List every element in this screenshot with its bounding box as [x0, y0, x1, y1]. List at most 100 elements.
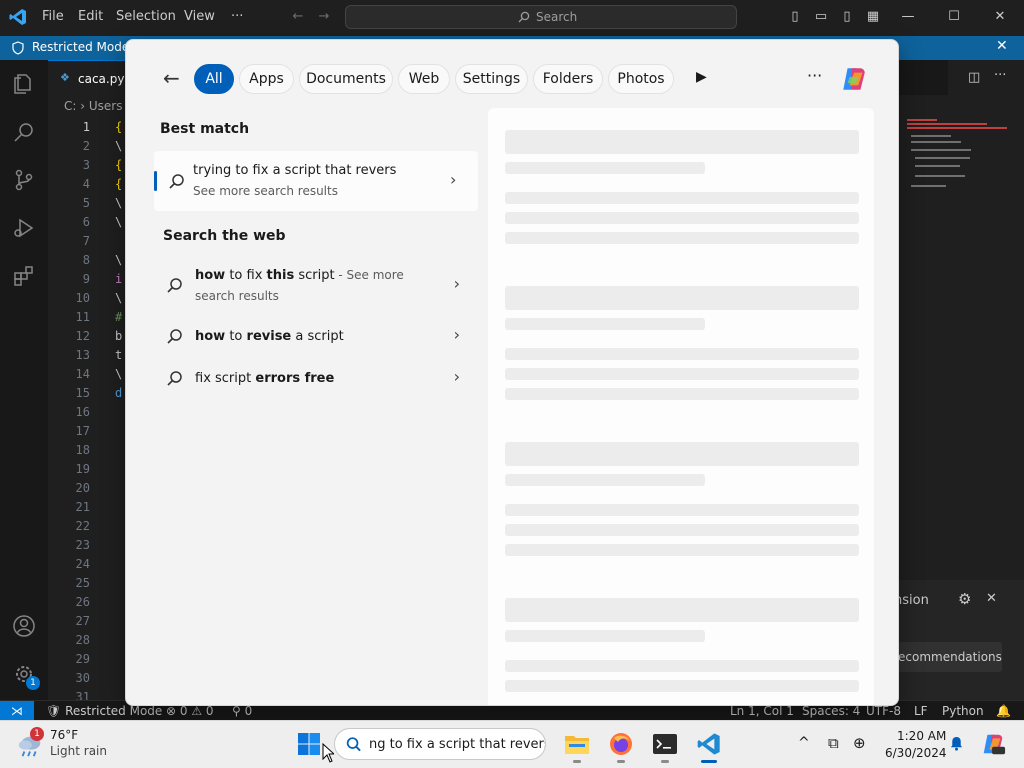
- back-arrow-icon[interactable]: ←: [163, 66, 180, 90]
- status-problems[interactable]: ⊗ 0 ⚠ 0: [166, 704, 214, 718]
- toggle-sidebar-icon[interactable]: ▯: [787, 9, 803, 25]
- customize-layout-icon[interactable]: ▦: [865, 9, 881, 25]
- show-hidden-icons-chevron-icon[interactable]: ^: [798, 735, 810, 751]
- notifications-bell-icon[interactable]: 🔔: [996, 704, 1011, 718]
- best-match-heading: Best match: [160, 121, 250, 137]
- code-line[interactable]: {: [115, 177, 122, 191]
- explorer-icon[interactable]: [12, 72, 36, 96]
- line-number: 12: [75, 329, 90, 343]
- terminal-icon[interactable]: [652, 733, 678, 755]
- code-line[interactable]: \: [115, 367, 122, 381]
- command-center-search[interactable]: Search: [345, 5, 737, 29]
- weather-widget[interactable]: 1 76°F Light rain: [14, 727, 114, 763]
- best-match-result[interactable]: trying to fix a script that revers See m…: [154, 151, 450, 211]
- filter-tab-photos[interactable]: Photos: [608, 64, 674, 94]
- more-filters-play-icon[interactable]: ▶: [696, 69, 707, 85]
- skeleton-line: [505, 286, 859, 310]
- shield-icon: [12, 41, 24, 55]
- recommendations-button[interactable]: ecommendations: [886, 642, 1002, 672]
- forward-arrow-icon[interactable]: →: [316, 9, 332, 25]
- skeleton-line: [505, 162, 705, 174]
- filter-tab-apps[interactable]: Apps: [239, 64, 294, 94]
- code-line[interactable]: i: [115, 272, 122, 286]
- copilot-icon[interactable]: [839, 64, 869, 94]
- search-view-icon[interactable]: [12, 120, 36, 144]
- banner-close-icon[interactable]: ✕: [996, 38, 1008, 54]
- status-encoding[interactable]: UTF-8: [866, 704, 901, 718]
- vscode-taskbar-icon[interactable]: [697, 732, 721, 756]
- maximize-icon[interactable]: ☐: [946, 9, 962, 25]
- filter-tab-settings[interactable]: Settings: [455, 64, 528, 94]
- source-control-icon[interactable]: [12, 168, 36, 192]
- windows-start-icon[interactable]: [297, 732, 321, 756]
- taskbar-search-box[interactable]: ng to fix a script that revers: [334, 728, 546, 760]
- menu-edit[interactable]: Edit: [78, 9, 103, 24]
- split-editor-icon[interactable]: ◫: [968, 70, 980, 85]
- code-line[interactable]: \: [115, 196, 122, 210]
- web-result-3[interactable]: fix script errors free ›: [156, 366, 478, 394]
- line-number: 20: [75, 481, 90, 495]
- code-line[interactable]: {: [115, 120, 122, 134]
- toggle-secondary-sidebar-icon[interactable]: ▯: [839, 9, 855, 25]
- minimap[interactable]: [905, 115, 1015, 195]
- menu-view[interactable]: View: [184, 9, 215, 24]
- code-line[interactable]: d: [115, 386, 122, 400]
- filter-tab-documents[interactable]: Documents: [299, 64, 393, 94]
- close-window-icon[interactable]: ✕: [992, 9, 1008, 25]
- network-icon[interactable]: ⊕: [853, 734, 866, 752]
- skeleton-line: [505, 598, 859, 622]
- minimize-icon[interactable]: —: [900, 9, 916, 25]
- extension-panel-close-icon[interactable]: ✕: [986, 591, 997, 606]
- code-line[interactable]: \: [115, 291, 122, 305]
- run-debug-icon[interactable]: [12, 216, 36, 240]
- code-line[interactable]: \: [115, 253, 122, 267]
- code-line[interactable]: t: [115, 348, 122, 362]
- chevron-right-icon: ›: [453, 274, 460, 293]
- code-line[interactable]: \: [115, 215, 122, 229]
- filter-tab-web[interactable]: Web: [398, 64, 450, 94]
- status-language[interactable]: Python: [942, 704, 984, 718]
- running-indicator: [573, 760, 581, 763]
- status-cursor-position[interactable]: Ln 1, Col 1: [730, 704, 794, 718]
- search-icon: [518, 11, 530, 23]
- more-options-icon[interactable]: ···: [807, 66, 822, 85]
- menu-file[interactable]: File: [42, 9, 64, 24]
- extension-settings-gear-icon[interactable]: ⚙: [958, 590, 971, 608]
- filter-tab-folders[interactable]: Folders: [533, 64, 603, 94]
- toggle-panel-icon[interactable]: ▭: [813, 9, 829, 25]
- copilot-preview-icon[interactable]: [980, 731, 1006, 757]
- breadcrumb[interactable]: C: › Users: [64, 99, 122, 113]
- web-result-2[interactable]: how to revise a script ›: [156, 324, 478, 352]
- notification-bell-icon[interactable]: [949, 736, 964, 751]
- clock-date[interactable]: 6/30/2024: [885, 746, 947, 760]
- code-line[interactable]: b: [115, 329, 122, 343]
- filter-tab-all[interactable]: All: [194, 64, 234, 94]
- firefox-icon[interactable]: [609, 732, 633, 756]
- web-result-2-text: how to revise a script: [195, 329, 344, 344]
- menu-more[interactable]: ···: [231, 9, 243, 24]
- code-line[interactable]: #: [115, 310, 122, 324]
- code-line[interactable]: \: [115, 139, 122, 153]
- status-eol[interactable]: LF: [914, 704, 928, 718]
- line-number: 16: [75, 405, 90, 419]
- status-restricted-mode[interactable]: 🛡 Restricted Mode: [46, 704, 162, 718]
- line-number: 17: [75, 424, 90, 438]
- skeleton-line: [505, 388, 859, 400]
- editor-tab[interactable]: ❖ caca.py: [48, 60, 130, 95]
- remote-indicator-icon[interactable]: ⋊: [0, 701, 34, 721]
- code-line[interactable]: {: [115, 158, 122, 172]
- web-result-1[interactable]: how to fix this script - See more search…: [156, 262, 478, 310]
- accounts-icon[interactable]: [12, 614, 36, 638]
- menu-selection[interactable]: Selection: [116, 9, 176, 24]
- selection-indicator: [154, 171, 157, 191]
- display-icon[interactable]: ⧉: [828, 734, 839, 752]
- extension-recommendation-panel: nsion ⚙ ✕ ecommendations: [880, 580, 1024, 700]
- status-ports[interactable]: ⚲ 0: [232, 704, 252, 718]
- file-explorer-icon[interactable]: [564, 733, 590, 755]
- extensions-icon[interactable]: [12, 264, 36, 288]
- editor-more-icon[interactable]: ···: [994, 68, 1006, 83]
- status-indentation[interactable]: Spaces: 4: [802, 704, 860, 718]
- clock-time[interactable]: 1:20 AM: [897, 729, 946, 743]
- back-arrow-icon[interactable]: ←: [290, 9, 306, 25]
- best-match-expand-button[interactable]: ›: [428, 151, 478, 211]
